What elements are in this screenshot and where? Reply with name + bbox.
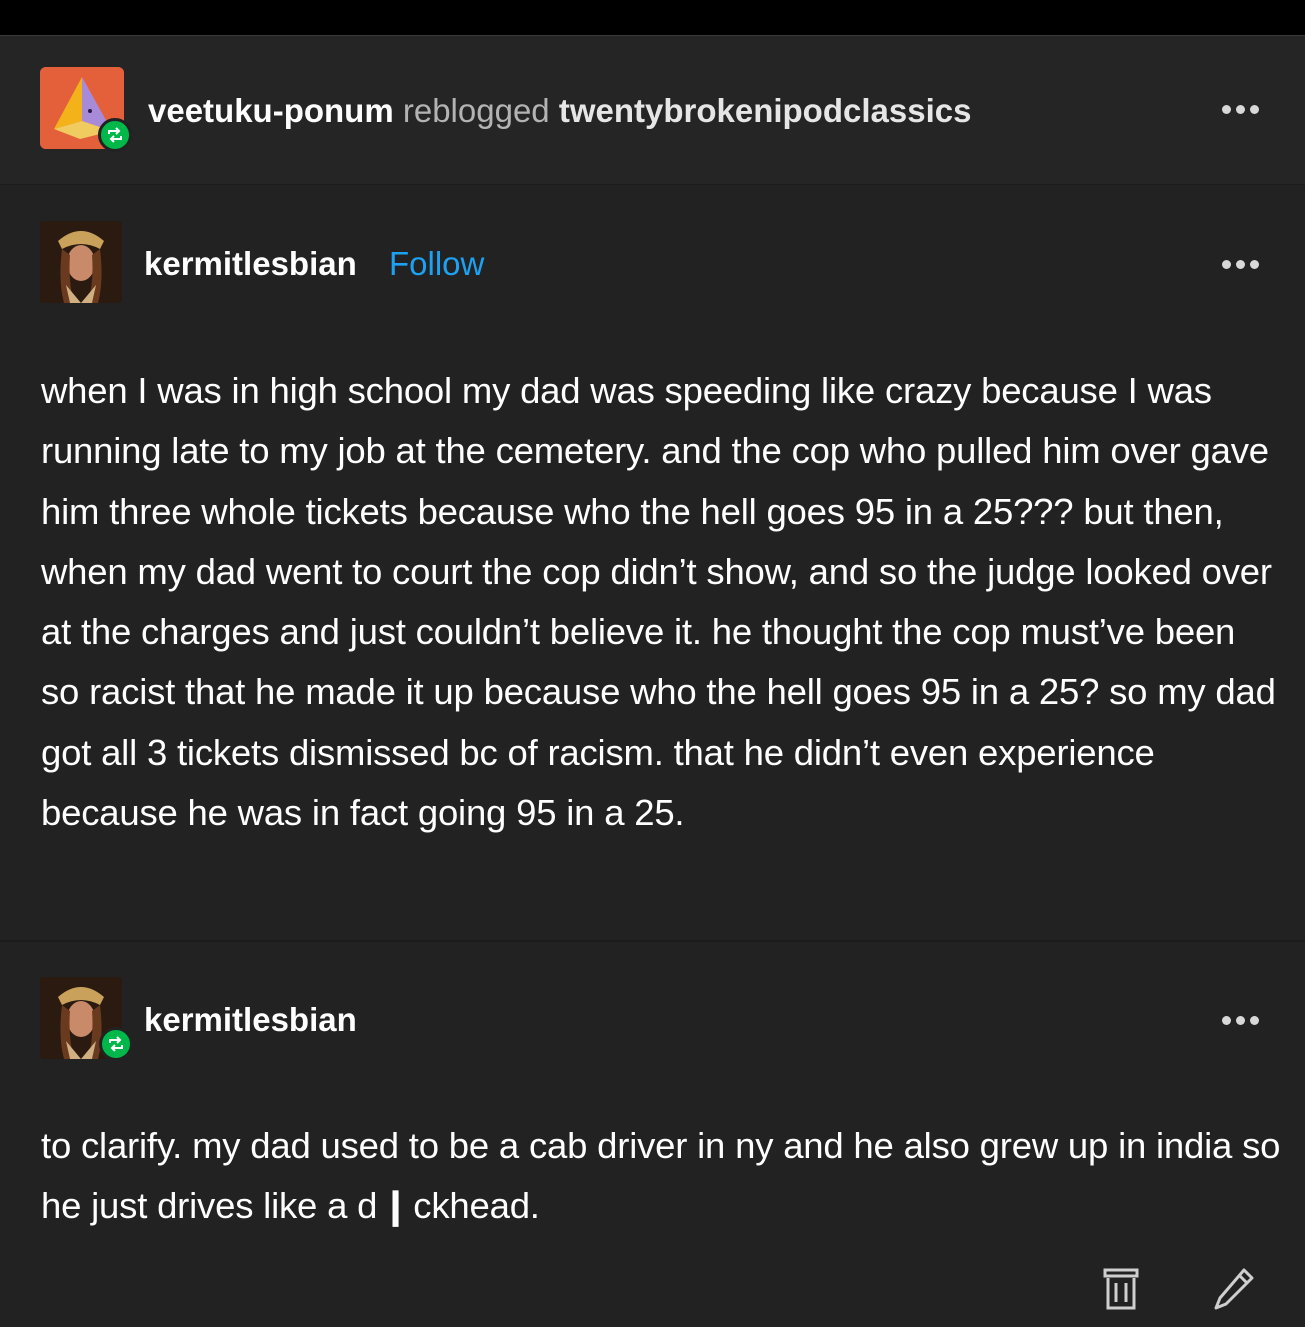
more-dots-icon[interactable] bbox=[1222, 260, 1259, 269]
avatar-image-icon bbox=[40, 221, 122, 303]
reblogged-label: reblogged bbox=[402, 92, 550, 129]
post-divider bbox=[0, 940, 1305, 942]
reblog-badge bbox=[98, 118, 132, 152]
post-username[interactable]: kermitlesbian bbox=[144, 1001, 357, 1039]
reblog-icon bbox=[108, 127, 122, 143]
reblogger-name[interactable]: veetuku-ponum bbox=[148, 92, 394, 129]
delete-button[interactable] bbox=[1103, 1268, 1139, 1317]
top-bar bbox=[0, 0, 1305, 36]
trash-icon bbox=[1103, 1268, 1139, 1310]
follow-button[interactable]: Follow bbox=[389, 245, 484, 283]
more-dots-icon[interactable] bbox=[1222, 105, 1259, 114]
user-avatar[interactable] bbox=[40, 221, 122, 303]
reblog-badge bbox=[99, 1027, 133, 1061]
post-username[interactable]: kermitlesbian bbox=[144, 245, 357, 283]
reblog-line: veetuku-ponum reblogged twentybrokenipod… bbox=[148, 92, 971, 130]
more-dots-icon[interactable] bbox=[1222, 1016, 1259, 1025]
source-blog-name[interactable]: twentybrokenipodclassics bbox=[559, 92, 972, 129]
post-body: when I was in high school my dad was spe… bbox=[41, 370, 1276, 834]
pencil-icon bbox=[1214, 1268, 1254, 1310]
reblog-icon bbox=[109, 1036, 123, 1052]
edit-button[interactable] bbox=[1212, 1266, 1256, 1317]
reply-body: to clarify. my dad used to be a cab driv… bbox=[41, 1125, 1281, 1227]
